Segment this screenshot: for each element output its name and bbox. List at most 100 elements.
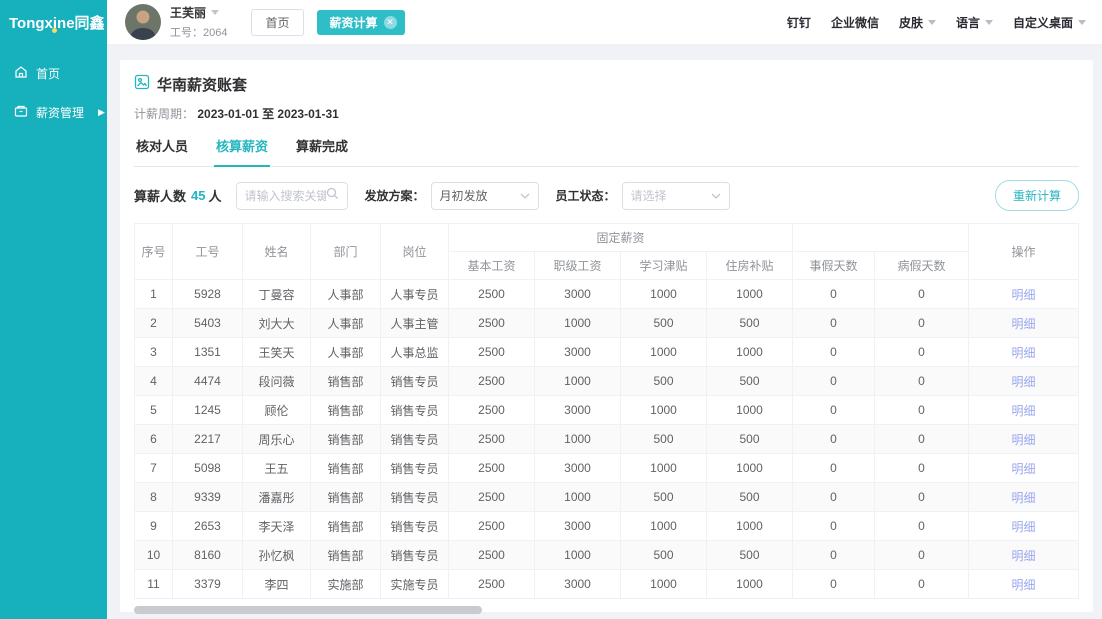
table-cell: 人事总监 bbox=[381, 338, 449, 367]
table-cell: 1000 bbox=[621, 280, 707, 309]
status-select[interactable]: 请选择 bbox=[622, 182, 730, 210]
table-cell: 1000 bbox=[621, 338, 707, 367]
chevron-down-icon bbox=[211, 10, 219, 15]
table-cell: 0 bbox=[793, 570, 875, 599]
detail-link[interactable]: 明细 bbox=[1012, 520, 1036, 534]
table-cell: 销售部 bbox=[311, 512, 381, 541]
table-cell: 0 bbox=[875, 454, 969, 483]
topbar-menu-label: 钉钉 bbox=[787, 14, 811, 31]
title-row: 华南薪资账套 bbox=[134, 74, 1079, 95]
table-cell: 10 bbox=[135, 541, 173, 570]
detail-link[interactable]: 明细 bbox=[1012, 433, 1036, 447]
table-cell-actions: 明细 bbox=[969, 338, 1079, 367]
sidebar: Tongxine同鑫 首页 薪资管理 ▶ bbox=[0, 0, 107, 619]
table-row: 92653李天泽销售部销售专员250030001000100000明细 bbox=[135, 512, 1079, 541]
pay-period: 计薪周期： 2023-01-01 至 2023-01-31 bbox=[134, 105, 1079, 122]
table-cell: 5098 bbox=[173, 454, 243, 483]
table-cell: 1000 bbox=[707, 280, 793, 309]
table-cell: 5928 bbox=[173, 280, 243, 309]
table-cell: 3000 bbox=[535, 512, 621, 541]
table-row: 113379李四实施部实施专员250030001000100000明细 bbox=[135, 570, 1079, 599]
table-cell: 3000 bbox=[535, 280, 621, 309]
detail-link[interactable]: 明细 bbox=[1012, 317, 1036, 331]
table-cell: 0 bbox=[875, 338, 969, 367]
plan-select[interactable]: 月初发放 bbox=[431, 182, 539, 210]
tab-1[interactable]: 核对人员 bbox=[134, 136, 190, 166]
table-cell: 0 bbox=[875, 541, 969, 570]
column-subheader: 职级工资 bbox=[535, 252, 621, 280]
tab-3[interactable]: 算薪完成 bbox=[294, 136, 350, 166]
detail-link[interactable]: 明细 bbox=[1012, 288, 1036, 302]
table-cell: 3 bbox=[135, 338, 173, 367]
table-cell: 500 bbox=[621, 425, 707, 454]
table-cell: 0 bbox=[793, 512, 875, 541]
table-cell: 销售专员 bbox=[381, 425, 449, 454]
close-tab-icon[interactable]: ✕ bbox=[384, 16, 397, 29]
table-cell: 9 bbox=[135, 512, 173, 541]
column-header-actions: 操作 bbox=[969, 224, 1079, 280]
recalculate-button[interactable]: 重新计算 bbox=[995, 180, 1079, 211]
topbar-menu-label: 企业微信 bbox=[831, 14, 879, 31]
table-cell-actions: 明细 bbox=[969, 367, 1079, 396]
table-cell: 500 bbox=[707, 367, 793, 396]
column-header: 序号 bbox=[135, 224, 173, 280]
detail-link[interactable]: 明细 bbox=[1012, 578, 1036, 592]
detail-link[interactable]: 明细 bbox=[1012, 491, 1036, 505]
topbar-menu-1[interactable]: 钉钉 bbox=[787, 14, 811, 31]
column-header: 部门 bbox=[311, 224, 381, 280]
topbar-menu-3[interactable]: 皮肤 bbox=[899, 14, 936, 31]
table-cell: 8 bbox=[135, 483, 173, 512]
table-row: 51245顾伦销售部销售专员250030001000100000明细 bbox=[135, 396, 1079, 425]
table-cell: 实施专员 bbox=[381, 570, 449, 599]
user-name: 王芙丽 bbox=[170, 4, 206, 21]
filter-bar: 算薪人数 45 人 发放方案： 月初发放 bbox=[134, 180, 1079, 211]
column-subheader: 住房补贴 bbox=[707, 252, 793, 280]
topbar-menu-5[interactable]: 自定义桌面 bbox=[1013, 14, 1086, 31]
topbar-tab-salary-calc[interactable]: 薪资计算 ✕ bbox=[317, 10, 405, 35]
table-cell: 4474 bbox=[173, 367, 243, 396]
horizontal-scrollbar-thumb[interactable] bbox=[134, 606, 482, 614]
table-cell: 1000 bbox=[535, 425, 621, 454]
sidebar-item-salary-management[interactable]: 薪资管理 ▶ bbox=[0, 93, 107, 132]
brand-logo: Tongxine同鑫 bbox=[0, 0, 107, 44]
table-row: 62217周乐心销售部销售专员2500100050050000明细 bbox=[135, 425, 1079, 454]
user-menu[interactable]: 王芙丽 工号：2064 bbox=[170, 4, 227, 40]
table-cell: 500 bbox=[707, 425, 793, 454]
table-cell: 0 bbox=[793, 425, 875, 454]
table-cell: 丁曼容 bbox=[243, 280, 311, 309]
table-cell: 2500 bbox=[449, 396, 535, 425]
chevron-down-icon bbox=[985, 20, 993, 25]
detail-link[interactable]: 明细 bbox=[1012, 462, 1036, 476]
detail-link[interactable]: 明细 bbox=[1012, 346, 1036, 360]
table-cell-actions: 明细 bbox=[969, 454, 1079, 483]
column-group-fixed-salary: 固定薪资 bbox=[449, 224, 793, 252]
tab-2[interactable]: 核算薪资 bbox=[214, 136, 270, 167]
table-cell: 1000 bbox=[535, 483, 621, 512]
search-icon[interactable] bbox=[326, 187, 339, 205]
table-cell: 销售专员 bbox=[381, 396, 449, 425]
topbar-menu-4[interactable]: 语言 bbox=[956, 14, 993, 31]
table-cell: 销售专员 bbox=[381, 454, 449, 483]
table-cell: 销售专员 bbox=[381, 367, 449, 396]
topbar-tab-home[interactable]: 首页 bbox=[251, 9, 303, 36]
table-cell: 2 bbox=[135, 309, 173, 338]
detail-link[interactable]: 明细 bbox=[1012, 404, 1036, 418]
table-cell: 1000 bbox=[707, 454, 793, 483]
table-cell: 0 bbox=[793, 483, 875, 512]
search-input[interactable] bbox=[245, 189, 326, 203]
table-cell: 销售专员 bbox=[381, 483, 449, 512]
table-cell: 0 bbox=[875, 570, 969, 599]
column-group-empty bbox=[793, 224, 969, 252]
table-cell: 李天泽 bbox=[243, 512, 311, 541]
table-cell: 500 bbox=[621, 309, 707, 338]
topbar-menu-2[interactable]: 企业微信 bbox=[831, 14, 879, 31]
table-row: 108160孙忆枫销售部销售专员2500100050050000明细 bbox=[135, 541, 1079, 570]
payroll-count-label: 算薪人数 bbox=[134, 186, 186, 205]
user-avatar[interactable] bbox=[125, 4, 161, 40]
sidebar-item-home[interactable]: 首页 bbox=[0, 54, 107, 93]
detail-link[interactable]: 明细 bbox=[1012, 375, 1036, 389]
table-cell: 0 bbox=[875, 367, 969, 396]
table-cell: 9339 bbox=[173, 483, 243, 512]
page-title: 华南薪资账套 bbox=[157, 74, 247, 95]
detail-link[interactable]: 明细 bbox=[1012, 549, 1036, 563]
